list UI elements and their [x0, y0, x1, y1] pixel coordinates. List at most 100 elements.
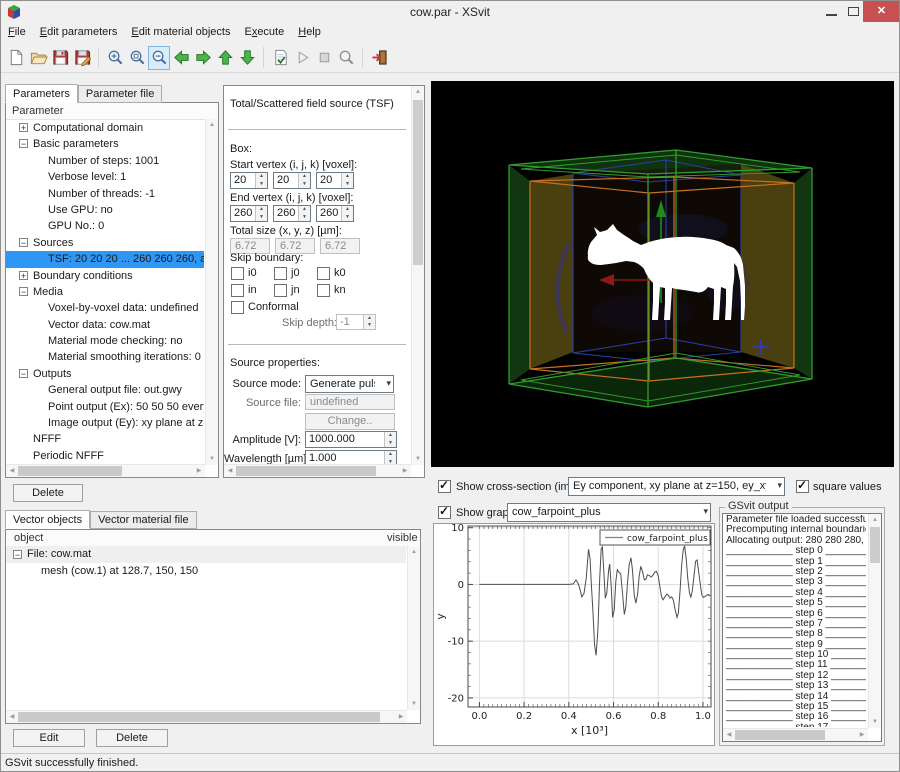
cross-section-select[interactable]: Ey component, xy plane at z=150, ey_xypl… — [568, 477, 785, 496]
check-parameters-button[interactable] — [269, 46, 291, 70]
conformal-checkbox[interactable] — [231, 301, 244, 314]
scroll-left-icon[interactable]: ◀ — [6, 711, 18, 723]
scroll-up-icon[interactable]: ▲ — [408, 546, 420, 558]
menu-file[interactable]: File — [1, 23, 33, 41]
save-file-button[interactable] — [49, 46, 71, 70]
collapse-icon[interactable]: − — [19, 287, 28, 296]
collapse-icon[interactable]: − — [19, 139, 28, 148]
skip-k0-checkbox[interactable] — [317, 267, 330, 280]
skip-i0-checkbox[interactable] — [231, 267, 244, 280]
save-file-as-button[interactable] — [71, 46, 93, 70]
scroll-right-icon[interactable]: ▶ — [399, 465, 411, 477]
scroll-left-icon[interactable]: ◀ — [6, 465, 18, 477]
end-j-spinner[interactable]: 260▲▼ — [273, 205, 311, 222]
source-mode-select[interactable]: Generate pulse▾ — [305, 375, 394, 393]
collapse-icon[interactable]: − — [19, 369, 28, 378]
delete-object-button[interactable]: Delete — [96, 729, 168, 747]
tree-item[interactable]: TSF: 20 20 20 ... 260 260 260, angles 0 … — [6, 251, 204, 267]
zoom-original-button[interactable] — [126, 46, 148, 70]
tree-item[interactable]: Image output (Ey): xy plane at z=150 eve… — [6, 415, 204, 431]
close-button[interactable]: ✕ — [863, 1, 900, 22]
start-k-spinner[interactable]: 20▲▼ — [316, 172, 354, 189]
tree-item[interactable]: −Sources — [6, 235, 204, 251]
tsf-vertical-scrollbar[interactable]: ▲ ▼ — [411, 86, 424, 465]
tab-parameter-file[interactable]: Parameter file — [78, 85, 162, 103]
menu-edit-material-objects[interactable]: Edit material objects — [124, 23, 237, 41]
scroll-left-icon[interactable]: ◀ — [224, 465, 236, 477]
scroll-right-icon[interactable]: ▶ — [856, 729, 868, 741]
end-k-spinner[interactable]: 260▲▼ — [316, 205, 354, 222]
tree-item[interactable]: Number of threads: -1 — [6, 186, 204, 202]
tree-item[interactable]: Material smoothing iterations: 0 — [6, 349, 204, 365]
start-i-spinner[interactable]: 20▲▼ — [230, 172, 268, 189]
scroll-up-icon[interactable]: ▲ — [869, 514, 881, 526]
objects-column-header[interactable]: object visible — [6, 530, 420, 547]
tree-item[interactable]: Vector data: cow.mat — [6, 317, 204, 333]
show-cross-section-checkbox[interactable] — [438, 480, 451, 493]
edit-object-button[interactable]: Edit — [13, 729, 85, 747]
scroll-down-icon[interactable]: ▼ — [206, 453, 218, 465]
list-item[interactable]: mesh (cow.1) at 128.7, 150, 150 — [6, 563, 406, 580]
expand-icon[interactable]: + — [19, 271, 28, 280]
menu-edit-parameters[interactable]: Edit parameters — [33, 23, 125, 41]
tree-item[interactable]: General output file: out.gwy — [6, 382, 204, 398]
skip-in-checkbox[interactable] — [231, 284, 244, 297]
graph-canvas[interactable]: 0.00.20.40.60.81.0100-10-20cow_farpoint_… — [434, 524, 714, 745]
tree-item[interactable]: Number of steps: 1001 — [6, 153, 204, 169]
tree-item[interactable]: −Outputs — [6, 366, 204, 382]
tree-item[interactable]: GPU No.: 0 — [6, 218, 204, 234]
tree-item[interactable]: −Media — [6, 284, 204, 300]
collapse-icon[interactable]: − — [19, 238, 28, 247]
minimize-button[interactable] — [819, 1, 844, 22]
run-computation-button[interactable] — [291, 46, 313, 70]
tree-item[interactable]: +Computational domain — [6, 120, 204, 136]
tree-item[interactable]: −Basic parameters — [6, 136, 204, 152]
list-item[interactable]: −File: cow.mat — [6, 546, 406, 563]
stop-computation-button[interactable] — [313, 46, 335, 70]
scroll-thumb[interactable] — [870, 527, 880, 563]
scroll-down-icon[interactable]: ▼ — [408, 698, 420, 710]
amplitude-spinner[interactable]: 1000.000▲▼ — [305, 431, 397, 448]
gsvit-output-box[interactable]: Parameter file loaded successfullyPrecom… — [722, 513, 882, 742]
expand-icon[interactable]: + — [19, 123, 28, 132]
objects-horizontal-scrollbar[interactable]: ◀ ▶ — [6, 710, 407, 723]
go-right-button[interactable] — [192, 46, 214, 70]
tab-vector-material-file[interactable]: Vector material file — [90, 511, 196, 529]
scroll-thumb[interactable] — [236, 466, 376, 476]
open-file-button[interactable] — [27, 46, 49, 70]
watch-progress-button[interactable] — [335, 46, 357, 70]
scroll-right-icon[interactable]: ▶ — [395, 711, 407, 723]
objects-vertical-scrollbar[interactable]: ▲ ▼ — [407, 546, 420, 710]
tree-item[interactable]: NFFF — [6, 431, 204, 447]
delete-parameter-button[interactable]: Delete — [13, 484, 83, 502]
maximize-button[interactable] — [844, 1, 863, 22]
skip-jn-checkbox[interactable] — [274, 284, 287, 297]
tab-parameters[interactable]: Parameters — [5, 84, 78, 103]
tree-item[interactable]: Voxel-by-voxel data: undefined — [6, 300, 204, 316]
quit-button[interactable] — [368, 46, 390, 70]
menu-help[interactable]: Help — [291, 23, 328, 41]
collapse-icon[interactable]: − — [13, 550, 22, 559]
scroll-thumb[interactable] — [18, 466, 122, 476]
scroll-down-icon[interactable]: ▼ — [412, 453, 424, 465]
go-up-button[interactable] — [214, 46, 236, 70]
scroll-thumb[interactable] — [413, 100, 423, 265]
scroll-up-icon[interactable]: ▲ — [206, 119, 218, 131]
scroll-right-icon[interactable]: ▶ — [193, 465, 205, 477]
title-bar[interactable]: cow.par - XSvit ✕ — [1, 1, 899, 23]
tree-item[interactable]: Point output (Ex): 50 50 50 every 10 to … — [6, 399, 204, 415]
start-j-spinner[interactable]: 20▲▼ — [273, 172, 311, 189]
zoom-in-button[interactable] — [104, 46, 126, 70]
tree-item[interactable]: Periodic NFFF — [6, 448, 204, 464]
show-graph-checkbox[interactable] — [438, 506, 451, 519]
tree-item[interactable]: Material mode checking: no — [6, 333, 204, 349]
tree-item[interactable]: Use GPU: no — [6, 202, 204, 218]
end-i-spinner[interactable]: 260▲▼ — [230, 205, 268, 222]
tsf-horizontal-scrollbar[interactable]: ◀ ▶ — [224, 464, 411, 477]
graph-panel[interactable]: 0.00.20.40.60.81.0100-10-20cow_farpoint_… — [433, 523, 715, 746]
go-left-button[interactable] — [170, 46, 192, 70]
graph-select[interactable]: cow_farpoint_plus▾ — [507, 503, 711, 522]
output-horizontal-scrollbar[interactable]: ◀ ▶ — [723, 728, 868, 741]
skip-j0-checkbox[interactable] — [274, 267, 287, 280]
scroll-thumb[interactable] — [735, 730, 825, 740]
